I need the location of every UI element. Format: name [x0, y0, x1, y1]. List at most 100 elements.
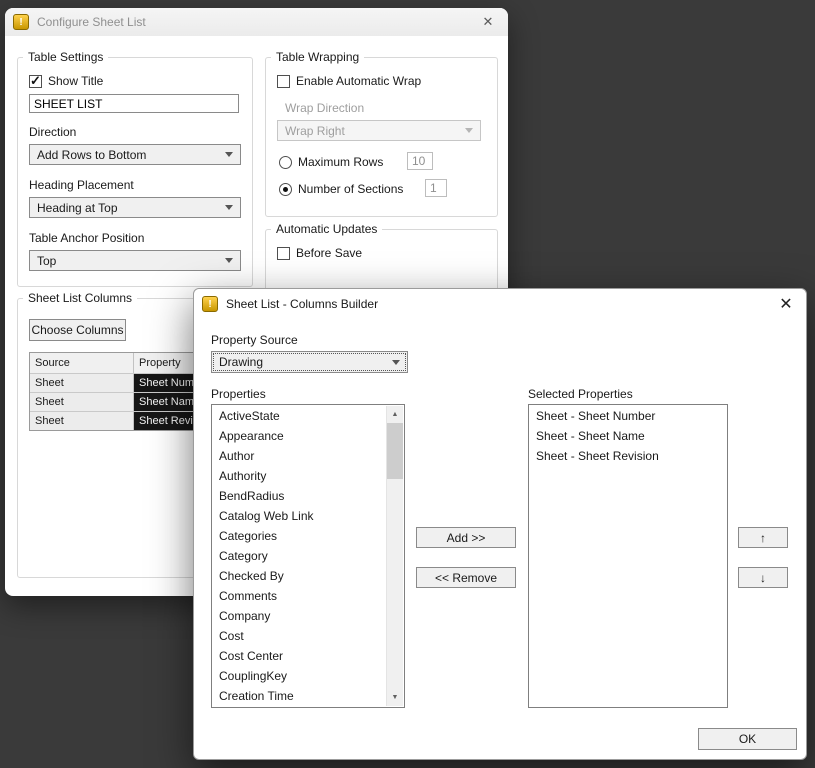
anchor-position-label: Table Anchor Position [29, 231, 145, 245]
property-list-item[interactable]: Catalog Web Link [213, 506, 386, 526]
app-icon-glyph: ! [19, 16, 23, 28]
add-button-label: Add >> [446, 530, 486, 545]
table-wrapping-legend: Table Wrapping [271, 50, 365, 64]
property-source-label: Property Source [211, 333, 298, 347]
wrap-direction-dropdown[interactable]: Wrap Right [277, 120, 481, 141]
scroll-down-icon: ▼ [391, 694, 399, 701]
properties-list: ActiveState Appearance Author Authority … [213, 406, 386, 706]
radio-unselected-icon [279, 155, 292, 169]
property-list-item[interactable]: Creation Time [213, 686, 386, 706]
up-arrow-icon: ↑ [760, 530, 766, 545]
chevron-down-icon [225, 205, 233, 210]
selected-properties-label: Selected Properties [528, 387, 633, 401]
choose-columns-button[interactable]: Choose Columns [29, 319, 126, 341]
ok-button[interactable]: OK [698, 728, 797, 750]
add-button[interactable]: Add >> [416, 527, 516, 548]
close-icon: ✕ [482, 14, 494, 29]
anchor-position-dropdown[interactable]: Top [29, 250, 241, 271]
builder-close-button[interactable]: ✕ [774, 294, 798, 314]
number-of-sections-input[interactable] [425, 179, 447, 197]
maximum-rows-label: Maximum Rows [298, 155, 384, 169]
direction-label: Direction [29, 125, 77, 139]
anchor-position-dropdown-value: Top [37, 253, 57, 268]
number-of-sections-radio[interactable]: Number of Sections [279, 182, 403, 196]
chevron-down-icon [465, 128, 473, 133]
config-close-button[interactable]: ✕ [476, 14, 500, 30]
columns-builder-dialog: ! Sheet List - Columns Builder ✕ Propert… [193, 288, 807, 760]
before-save-checkbox[interactable]: Before Save [277, 246, 362, 260]
chevron-down-icon [392, 359, 400, 365]
choose-columns-label: Choose Columns [31, 323, 124, 337]
scroll-down-button[interactable]: ▼ [387, 689, 403, 706]
property-list-item[interactable]: BendRadius [213, 486, 386, 506]
source-cell: Sheet [30, 412, 134, 430]
property-list-item[interactable]: ActiveState [213, 406, 386, 426]
properties-label: Properties [211, 387, 266, 401]
properties-scrollbar[interactable]: ▲ ▼ [386, 406, 403, 706]
selected-property-list-item[interactable]: Sheet - Sheet Revision [530, 446, 726, 466]
automatic-updates-legend: Automatic Updates [271, 222, 383, 236]
property-list-item[interactable]: Cost [213, 626, 386, 646]
move-down-button[interactable]: ↓ [738, 567, 788, 588]
heading-placement-label: Heading Placement [29, 178, 134, 192]
close-icon: ✕ [779, 296, 793, 313]
scroll-up-button[interactable]: ▲ [387, 406, 403, 423]
property-source-dropdown[interactable]: Drawing [211, 351, 408, 373]
property-list-item[interactable]: Cost Center [213, 646, 386, 666]
selected-property-list-item[interactable]: Sheet - Sheet Name [530, 426, 726, 446]
direction-dropdown-value: Add Rows to Bottom [37, 147, 147, 162]
app-icon-glyph: ! [208, 298, 212, 310]
wrap-direction-dropdown-value: Wrap Right [285, 123, 345, 138]
builder-dialog-titlebar[interactable]: ! Sheet List - Columns Builder ✕ [194, 289, 806, 319]
property-list-item[interactable]: Comments [213, 586, 386, 606]
down-arrow-icon: ↓ [760, 570, 766, 585]
properties-listbox[interactable]: ActiveState Appearance Author Authority … [211, 404, 405, 708]
remove-button-label: << Remove [434, 570, 498, 585]
property-list-item[interactable]: Appearance [213, 426, 386, 446]
config-dialog-title: Configure Sheet List [37, 15, 146, 29]
source-cell: Sheet [30, 374, 134, 392]
direction-dropdown[interactable]: Add Rows to Bottom [29, 144, 241, 165]
chevron-down-icon [225, 152, 233, 157]
property-list-item[interactable]: Checked By [213, 566, 386, 586]
selected-properties-listbox[interactable]: Sheet - Sheet Number Sheet - Sheet Name … [528, 404, 728, 708]
desktop: ! Configure Sheet List ✕ Table Settings … [0, 0, 815, 768]
column-header-source[interactable]: Source [30, 353, 134, 373]
heading-placement-dropdown[interactable]: Heading at Top [29, 197, 241, 218]
number-of-sections-label: Number of Sections [298, 182, 404, 196]
enable-wrap-label: Enable Automatic Wrap [296, 74, 422, 88]
app-icon: ! [202, 296, 218, 312]
enable-wrap-checkbox[interactable]: Enable Automatic Wrap [277, 74, 421, 88]
property-list-item[interactable]: Categories [213, 526, 386, 546]
chevron-down-icon [225, 258, 233, 263]
wrap-direction-label: Wrap Direction [285, 101, 365, 115]
source-cell: Sheet [30, 393, 134, 411]
table-title-input[interactable] [29, 94, 239, 113]
show-title-checkbox[interactable]: Show Title [29, 73, 104, 89]
scrollbar-thumb[interactable] [387, 423, 403, 479]
remove-button[interactable]: << Remove [416, 567, 516, 588]
show-title-label: Show Title [48, 74, 104, 88]
maximum-rows-radio[interactable]: Maximum Rows [279, 155, 383, 169]
before-save-label: Before Save [296, 246, 363, 260]
selected-properties-list: Sheet - Sheet Number Sheet - Sheet Name … [530, 406, 726, 706]
maximum-rows-input[interactable] [407, 152, 433, 170]
app-icon: ! [13, 14, 29, 30]
property-list-item[interactable]: Category [213, 546, 386, 566]
radio-selected-icon [279, 182, 292, 196]
checkbox-checked-icon [29, 73, 42, 89]
table-settings-legend: Table Settings [23, 50, 109, 64]
checkbox-unchecked-icon [277, 74, 290, 88]
property-list-item[interactable]: Author [213, 446, 386, 466]
property-list-item[interactable]: Authority [213, 466, 386, 486]
property-list-item[interactable]: Company [213, 606, 386, 626]
move-up-button[interactable]: ↑ [738, 527, 788, 548]
selected-property-list-item[interactable]: Sheet - Sheet Number [530, 406, 726, 426]
heading-placement-dropdown-value: Heading at Top [37, 200, 118, 215]
checkbox-unchecked-icon [277, 246, 290, 260]
property-source-dropdown-value: Drawing [219, 355, 264, 369]
property-list-item[interactable]: CouplingKey [213, 666, 386, 686]
builder-dialog-title: Sheet List - Columns Builder [226, 297, 379, 311]
scroll-up-icon: ▲ [391, 411, 399, 418]
config-dialog-titlebar[interactable]: ! Configure Sheet List ✕ [5, 8, 508, 36]
